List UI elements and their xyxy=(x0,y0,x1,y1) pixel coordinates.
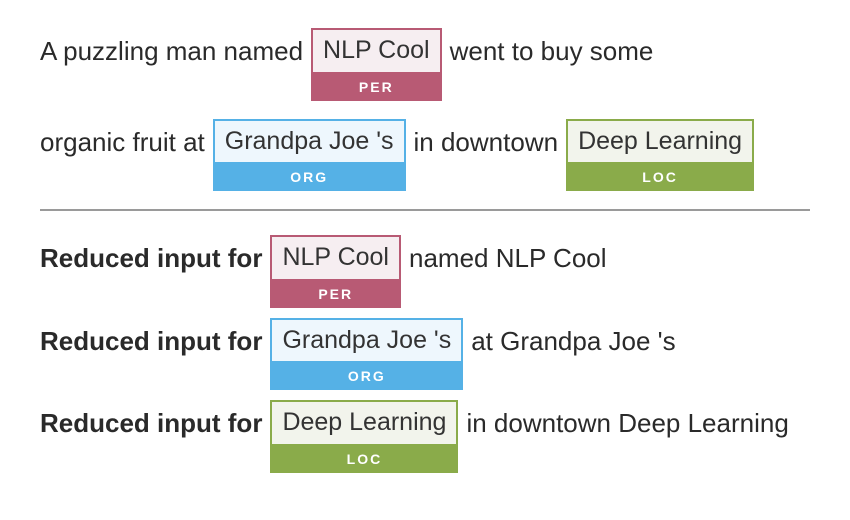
text-segment: in downtown xyxy=(414,119,559,162)
reduced-row: Reduced input for NLP Cool PER named NLP… xyxy=(40,235,810,308)
entity-text: Deep Learning xyxy=(566,119,754,165)
entity-text: NLP Cool xyxy=(311,28,442,74)
ner-sentence-line1: A puzzling man named NLP Cool PER went t… xyxy=(40,28,810,101)
entity-org: Grandpa Joe 's ORG xyxy=(270,318,463,391)
entity-tag: ORG xyxy=(213,164,406,191)
entity-tag: ORG xyxy=(270,363,463,390)
text-segment: A puzzling man named xyxy=(40,28,303,71)
reduced-row: Reduced input for Grandpa Joe 's ORG at … xyxy=(40,318,810,391)
text-segment: organic fruit at xyxy=(40,119,205,162)
entity-loc: Deep Learning LOC xyxy=(566,119,754,192)
entity-tag: PER xyxy=(270,281,401,308)
entity-per: NLP Cool PER xyxy=(311,28,442,101)
entity-text: Grandpa Joe 's xyxy=(213,119,406,165)
entity-loc: Deep Learning LOC xyxy=(270,400,458,473)
entity-tag: LOC xyxy=(270,446,458,473)
entity-text: Deep Learning xyxy=(270,400,458,446)
reduced-label: Reduced input for xyxy=(40,400,262,443)
reduced-row: Reduced input for Deep Learning LOC in d… xyxy=(40,400,810,473)
reduced-label: Reduced input for xyxy=(40,235,262,278)
reduced-context: at Grandpa Joe 's xyxy=(471,318,675,361)
text-segment: went to buy some xyxy=(450,28,654,71)
section-divider xyxy=(40,209,810,211)
entity-org: Grandpa Joe 's ORG xyxy=(213,119,406,192)
reduced-label: Reduced input for xyxy=(40,318,262,361)
entity-text: Grandpa Joe 's xyxy=(270,318,463,364)
ner-sentence-line2: organic fruit at Grandpa Joe 's ORG in d… xyxy=(40,119,810,192)
reduced-context: in downtown Deep Learning xyxy=(466,400,788,443)
reduced-context: named NLP Cool xyxy=(409,235,607,278)
entity-tag: PER xyxy=(311,74,442,101)
entity-tag: LOC xyxy=(566,164,754,191)
entity-per: NLP Cool PER xyxy=(270,235,401,308)
entity-text: NLP Cool xyxy=(270,235,401,281)
